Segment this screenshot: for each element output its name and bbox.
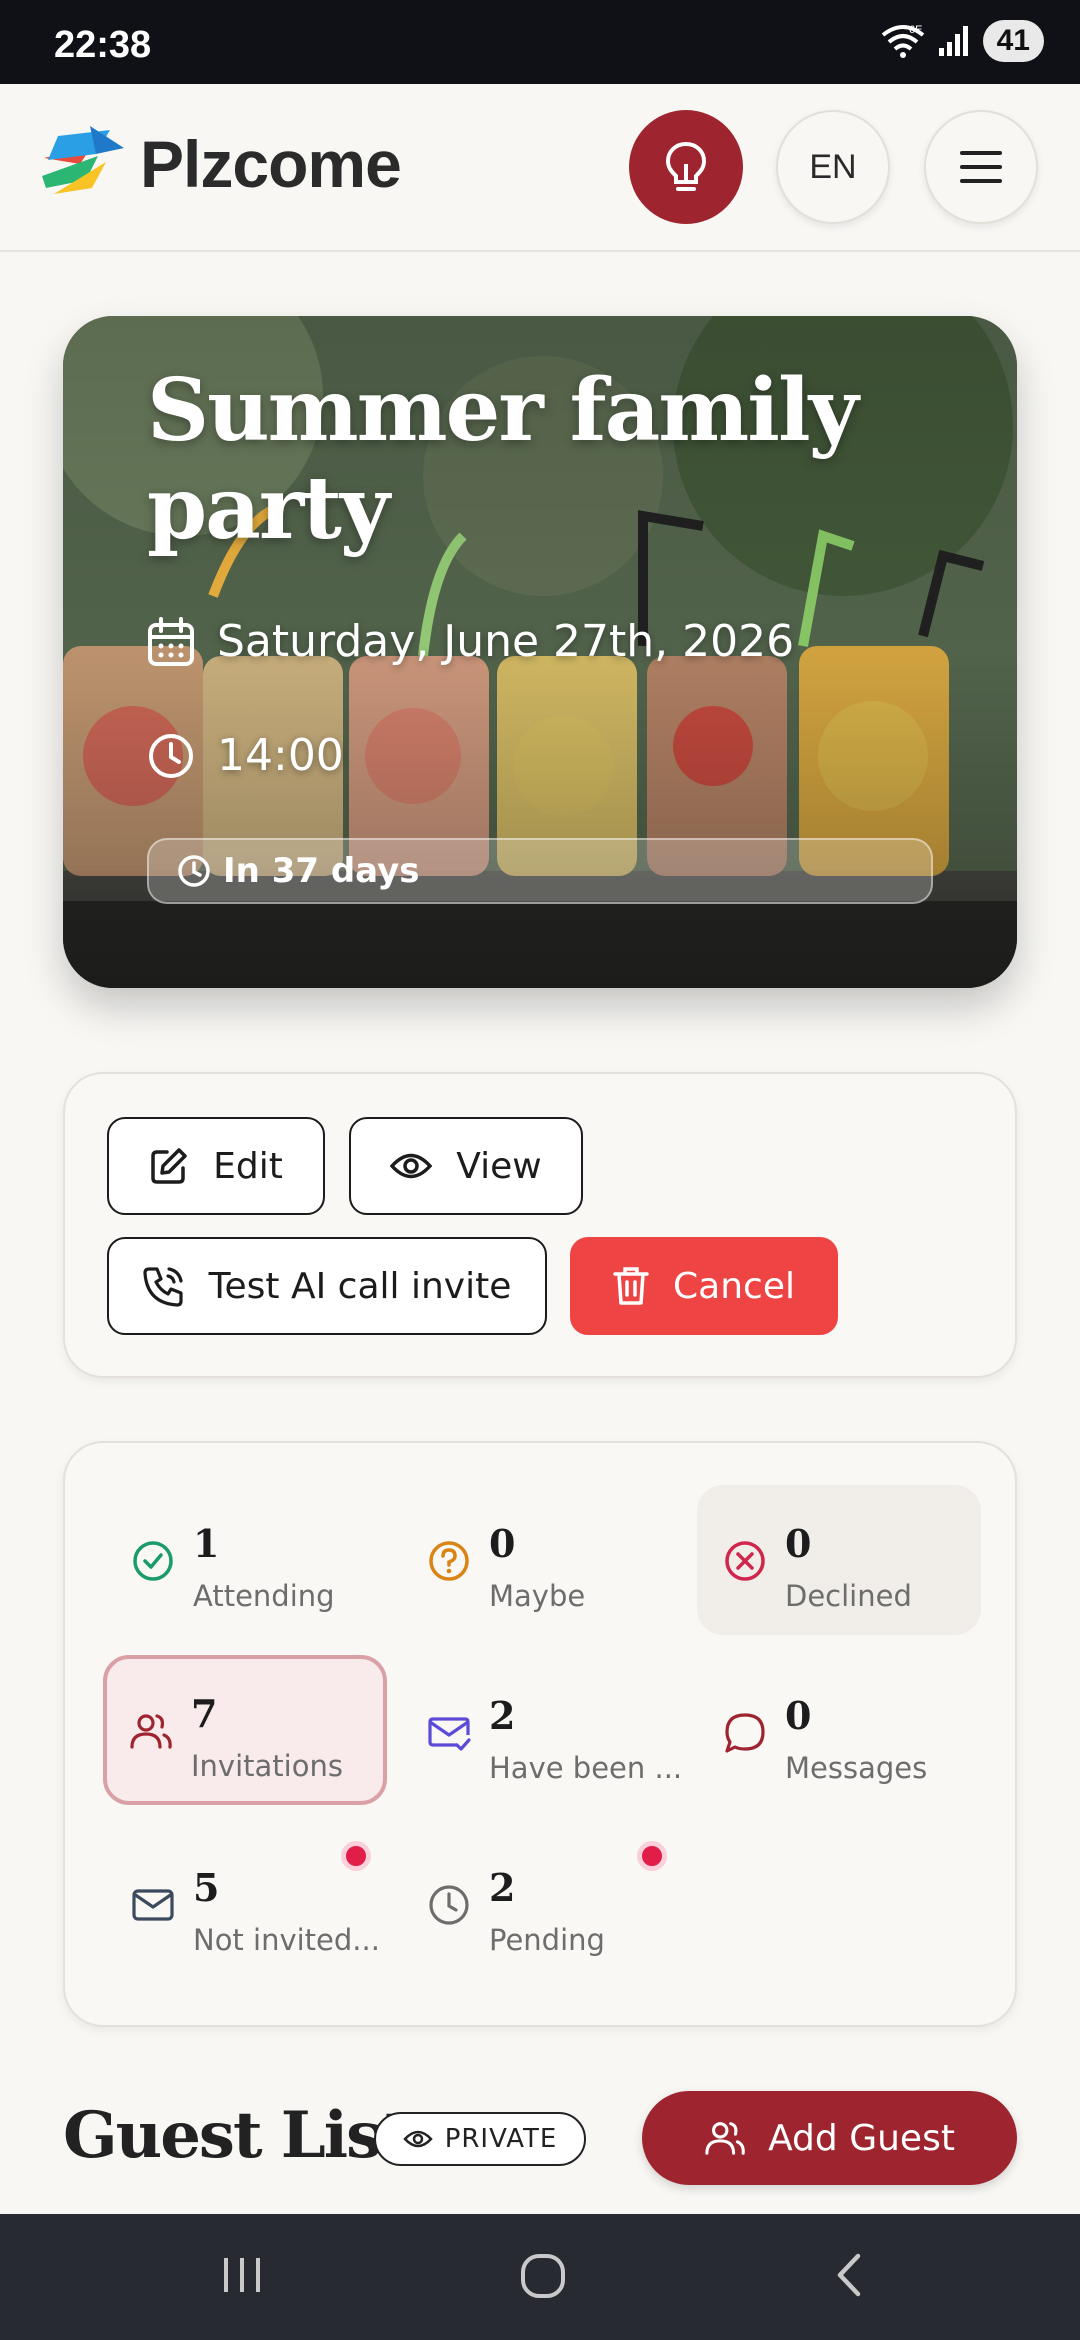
stat-value: 2 bbox=[489, 1865, 516, 1910]
mail-check-icon bbox=[428, 1717, 471, 1751]
notification-dot bbox=[637, 1841, 667, 1871]
privacy-toggle[interactable]: PRIVATE bbox=[374, 2112, 586, 2166]
users-icon bbox=[705, 2122, 745, 2155]
question-circle-icon bbox=[429, 1541, 469, 1581]
stat-value: 2 bbox=[489, 1693, 516, 1738]
language-button[interactable]: EN bbox=[776, 110, 890, 224]
countdown-text: In 37 days bbox=[223, 851, 420, 891]
eye-icon bbox=[402, 2130, 433, 2148]
chat-bubble-icon bbox=[725, 1713, 765, 1753]
recent-apps-icon[interactable] bbox=[220, 2250, 264, 2300]
clock-icon bbox=[149, 733, 193, 778]
wifi-icon: 6E bbox=[881, 24, 924, 58]
calendar-icon bbox=[148, 616, 194, 666]
x-circle-icon bbox=[725, 1541, 765, 1581]
test-ai-call-button[interactable]: Test AI call invite bbox=[107, 1237, 547, 1335]
edit-icon bbox=[151, 1148, 187, 1184]
system-icons: 6E 41 bbox=[881, 20, 1044, 62]
view-label: View bbox=[456, 1145, 542, 1187]
app-header: Plzcome EN bbox=[0, 84, 1080, 252]
stat-label: Invitations bbox=[191, 1749, 343, 1783]
event-title: Summer family party bbox=[147, 360, 859, 559]
stat-value: 5 bbox=[193, 1865, 220, 1910]
logo-text: Plzcome bbox=[140, 127, 402, 201]
check-circle-icon bbox=[133, 1541, 173, 1581]
stat-label: Have been ... bbox=[489, 1751, 683, 1785]
stat-value: 1 bbox=[193, 1521, 220, 1566]
back-icon[interactable] bbox=[830, 2250, 870, 2300]
event-hero-card[interactable]: Summer family party Saturday, June 27th,… bbox=[63, 316, 1017, 988]
cancel-label: Cancel bbox=[673, 1265, 795, 1307]
view-button[interactable]: View bbox=[349, 1117, 583, 1215]
system-nav-bar bbox=[0, 2214, 1080, 2340]
privacy-label: PRIVATE bbox=[444, 2124, 558, 2154]
stat-label: Not invited... bbox=[193, 1923, 380, 1957]
clock-icon bbox=[429, 1885, 469, 1925]
phone-call-icon bbox=[143, 1267, 183, 1307]
stat-label: Attending bbox=[193, 1579, 335, 1613]
stat-label: Messages bbox=[785, 1751, 928, 1785]
edit-button[interactable]: Edit bbox=[107, 1117, 325, 1215]
stat-maybe[interactable]: 0 Maybe bbox=[401, 1485, 685, 1635]
stat-messages[interactable]: 0 Messages bbox=[697, 1657, 981, 1807]
cancel-event-button[interactable]: Cancel bbox=[570, 1237, 838, 1335]
stat-label: Pending bbox=[489, 1923, 605, 1957]
guest-list-title: Guest List bbox=[63, 2098, 410, 2173]
eye-icon bbox=[390, 1153, 433, 1179]
users-icon bbox=[130, 1714, 172, 1749]
event-time-row: 14:00 bbox=[147, 730, 344, 781]
status-time: 22:38 bbox=[54, 24, 152, 66]
home-icon[interactable] bbox=[520, 2250, 566, 2300]
countdown-badge: In 37 days bbox=[147, 838, 933, 904]
stat-invitations[interactable]: 7 Invitations bbox=[103, 1655, 387, 1805]
clock-icon bbox=[178, 855, 210, 887]
event-date: Saturday, June 27th, 2026 bbox=[217, 616, 795, 667]
ideas-button[interactable] bbox=[629, 110, 743, 224]
logo[interactable]: Plzcome bbox=[40, 126, 402, 202]
rsvp-stats-card: 1 Attending 0 Maybe 0 Declined 7 Invitat… bbox=[63, 1441, 1017, 2027]
notification-dot bbox=[341, 1841, 371, 1871]
trash-icon bbox=[613, 1267, 649, 1305]
event-date-row: Saturday, June 27th, 2026 bbox=[147, 616, 794, 667]
status-bar: 22:38 6E 41 bbox=[0, 0, 1080, 84]
event-time: 14:00 bbox=[217, 730, 344, 781]
edit-label: Edit bbox=[213, 1145, 283, 1187]
logo-mark-icon bbox=[42, 126, 124, 194]
svg-text:6E: 6E bbox=[909, 24, 922, 36]
stat-value: 0 bbox=[785, 1693, 812, 1738]
menu-button[interactable] bbox=[924, 110, 1038, 224]
add-guest-label: Add Guest bbox=[768, 2117, 955, 2159]
event-actions-card: Edit View Test AI call invite Cancel bbox=[63, 1072, 1017, 1378]
lightbulb-icon bbox=[665, 141, 707, 191]
add-guest-button[interactable]: Add Guest bbox=[642, 2091, 1017, 2185]
test-ai-call-label: Test AI call invite bbox=[208, 1265, 512, 1307]
mail-icon bbox=[132, 1889, 174, 1921]
stat-value: 7 bbox=[191, 1691, 218, 1736]
stat-attending[interactable]: 1 Attending bbox=[105, 1485, 389, 1635]
stat-value: 0 bbox=[785, 1521, 812, 1566]
battery-indicator: 41 bbox=[982, 20, 1044, 62]
hamburger-icon bbox=[960, 151, 1002, 183]
stat-label: Maybe bbox=[489, 1579, 586, 1613]
signal-icon bbox=[938, 26, 968, 56]
stat-have-been[interactable]: 2 Have been ... bbox=[401, 1657, 685, 1807]
stat-value: 0 bbox=[489, 1521, 516, 1566]
stat-label: Declined bbox=[785, 1579, 912, 1613]
stat-declined[interactable]: 0 Declined bbox=[697, 1485, 981, 1635]
